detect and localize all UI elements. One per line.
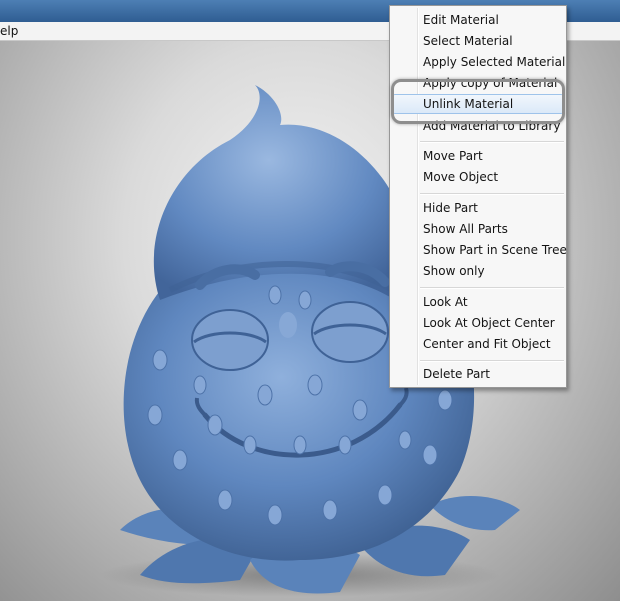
leaf-right — [430, 495, 520, 531]
menu-item-center-and-fit-object[interactable]: Center and Fit Object — [392, 334, 564, 354]
menu-help[interactable]: elp — [0, 24, 18, 38]
menu-separator — [420, 193, 564, 195]
menu-separator — [420, 141, 564, 143]
menu-item-apply-copy-of-material[interactable]: Apply copy of Material — [392, 73, 564, 93]
nose-seed — [279, 312, 297, 338]
context-menu: Edit Material Select Material Apply Sele… — [389, 5, 567, 388]
menu-item-edit-material[interactable]: Edit Material — [392, 10, 564, 30]
menu-item-look-at-object-center[interactable]: Look At Object Center — [392, 313, 564, 333]
menu-item-select-material[interactable]: Select Material — [392, 31, 564, 51]
menu-item-delete-part[interactable]: Delete Part — [392, 364, 564, 384]
menu-item-move-object[interactable]: Move Object — [392, 167, 564, 187]
menu-item-show-part-in-scene-tree[interactable]: Show Part in Scene Tree — [392, 240, 567, 260]
menu-item-move-part[interactable]: Move Part — [392, 146, 564, 166]
menu-separator — [420, 360, 564, 362]
menu-item-show-only[interactable]: Show only — [392, 261, 564, 281]
eye-left — [191, 309, 269, 371]
eye-right — [311, 301, 389, 363]
menu-item-show-all-parts[interactable]: Show All Parts — [392, 219, 564, 239]
menu-item-unlink-material[interactable]: Unlink Material — [392, 94, 564, 114]
menu-item-look-at[interactable]: Look At — [392, 292, 564, 312]
menu-separator — [420, 287, 564, 289]
menu-item-add-material-to-library[interactable]: Add Material to Library — [392, 116, 564, 136]
menu-item-apply-selected-material[interactable]: Apply Selected Material — [392, 52, 565, 72]
menu-item-hide-part[interactable]: Hide Part — [392, 198, 564, 218]
